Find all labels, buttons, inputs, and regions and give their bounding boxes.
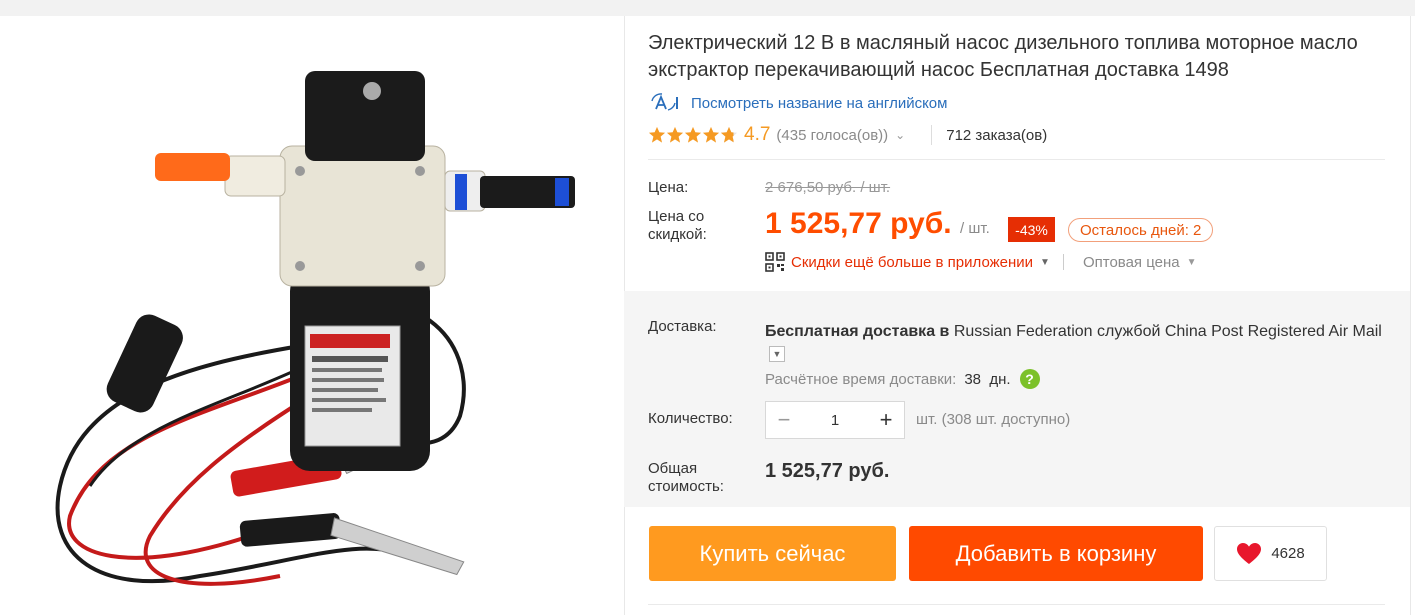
- buy-now-button[interactable]: Купить сейчас: [649, 526, 896, 581]
- product-title: Электрический 12 В в масляный насос дизе…: [648, 32, 1358, 81]
- shipping-free-text: Бесплатная доставка в: [765, 323, 950, 340]
- caret-down-icon[interactable]: ▼: [1187, 257, 1197, 268]
- price-label: Цена:: [648, 179, 689, 196]
- discount-price-label-2: скидкой:: [648, 226, 707, 243]
- star-icon: [666, 126, 684, 143]
- new-price: 1 525,77 руб.: [765, 207, 952, 240]
- wishlist-button[interactable]: 4628: [1214, 526, 1327, 581]
- total-price: 1 525,77 руб.: [765, 460, 890, 482]
- translate-row[interactable]: Посмотреть название на английском: [648, 92, 947, 114]
- divider: [648, 604, 1385, 605]
- star-icon: [684, 126, 702, 143]
- translate-link[interactable]: Посмотреть название на английском: [691, 95, 947, 112]
- decrement-button[interactable]: −: [766, 402, 802, 438]
- rating-row: 4.7 (435 голоса(ов)) ⌄ 712 заказа(ов): [648, 122, 1047, 148]
- app-discount-row[interactable]: Скидки ещё больше в приложении ▼ Оптовая…: [765, 250, 1197, 274]
- add-to-cart-button[interactable]: Добавить в корзину: [909, 526, 1203, 581]
- total-label-1: Общая: [648, 460, 698, 477]
- rating-value: 4.7: [744, 124, 771, 145]
- discount-badge: -43%: [1008, 217, 1055, 242]
- orders-count: 712 заказа(ов): [946, 126, 1048, 144]
- shipping-route-text: Russian Federation службой China Post Re…: [949, 323, 1382, 340]
- quantity-label: Количество:: [648, 410, 733, 427]
- shipping-label: Доставка:: [648, 318, 717, 335]
- right-border: [1410, 16, 1411, 615]
- ai-translate-icon: [648, 93, 682, 113]
- eta-label: Расчётное время доставки:: [765, 370, 957, 388]
- chevron-down-icon[interactable]: ▼: [769, 345, 785, 362]
- wishlist-count: 4628: [1271, 545, 1305, 562]
- caret-down-icon[interactable]: ▼: [1040, 257, 1050, 268]
- top-bar: [0, 0, 1415, 16]
- help-icon[interactable]: ?: [1019, 369, 1040, 389]
- heart-icon: [1237, 542, 1262, 564]
- quantity-stepper: − 1 +: [765, 401, 905, 439]
- total-label-2: стоимость:: [648, 478, 724, 495]
- app-discount-link[interactable]: Скидки ещё больше в приложении: [791, 254, 1033, 271]
- star-icon: [648, 126, 666, 143]
- increment-button[interactable]: +: [868, 402, 904, 438]
- days-left-badge: Осталось дней: 2: [1068, 218, 1214, 242]
- qr-code-icon: [765, 252, 785, 272]
- star-icon: [702, 126, 720, 143]
- divider: [931, 125, 933, 145]
- star-icon: [720, 126, 738, 143]
- stock-available: шт. (308 шт. доступно): [916, 411, 1071, 428]
- quantity-input[interactable]: 1: [802, 412, 868, 429]
- discount-price-label-1: Цена со: [648, 208, 705, 225]
- divider: [1062, 254, 1064, 270]
- rating-stars: [648, 126, 738, 144]
- chevron-down-icon[interactable]: ⌄: [895, 128, 905, 142]
- shipping-method[interactable]: Бесплатная доставка в Russian Federation…: [765, 321, 1385, 365]
- product-image[interactable]: [0, 16, 624, 615]
- old-price: 2 676,50 руб. / шт.: [765, 179, 891, 196]
- divider: [648, 159, 1385, 160]
- delivery-estimate: Расчётное время доставки: 38 дн. ?: [765, 368, 1040, 390]
- eta-value: 38 дн.: [964, 370, 1011, 388]
- wholesale-price-link[interactable]: Оптовая цена: [1083, 254, 1180, 271]
- rating-votes[interactable]: (435 голоса(ов)): [776, 127, 888, 144]
- price-unit: / шт.: [960, 220, 990, 237]
